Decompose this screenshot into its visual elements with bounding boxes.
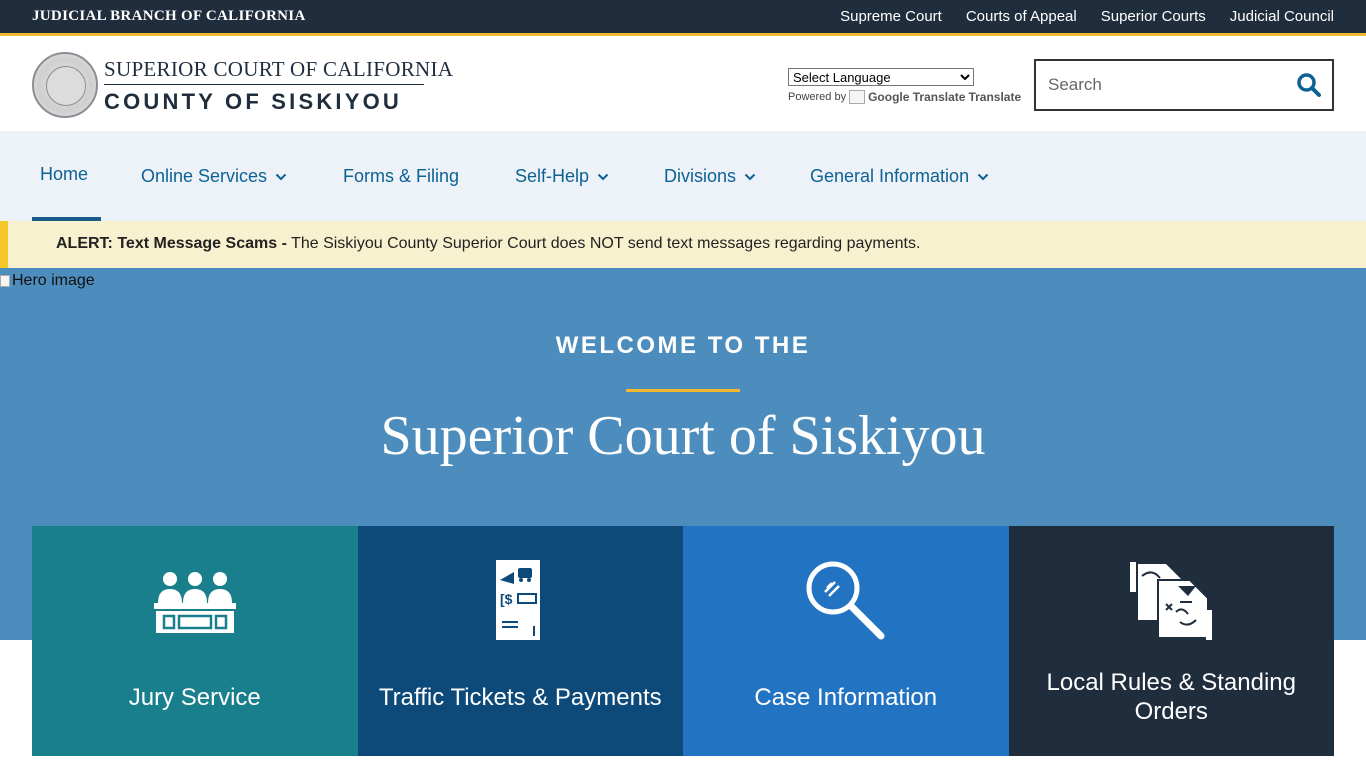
courts-of-appeal-link[interactable]: Courts of Appeal — [966, 8, 1077, 25]
nav-item-self-help[interactable]: Self-Help — [515, 131, 609, 221]
nav-label-self-help: Self-Help — [515, 165, 590, 186]
hero-divider — [626, 389, 740, 392]
powered-by: Powered by Google Translate Translate — [788, 90, 1021, 104]
card-jury-service[interactable]: Jury Service — [32, 526, 358, 756]
alert-prefix: ALERT: Text Message Scams - — [56, 235, 287, 252]
court-seal-logo[interactable] — [32, 52, 98, 118]
nav-label-forms-filing: Forms & Filing — [343, 165, 460, 186]
top-utility-bar: JUDICIAL BRANCH OF CALIFORNIA Supreme Co… — [0, 0, 1366, 36]
hero-image: Hero image — [0, 272, 95, 290]
svg-text:[$: [$ — [500, 591, 513, 607]
card-traffic-tickets[interactable]: [$ Traffic Tickets & Payments — [357, 526, 684, 756]
nav-item-forms-filing[interactable]: Forms & Filing — [343, 131, 459, 221]
alert-text: ALERT: Text Message Scams - The Siskiyou… — [56, 235, 920, 253]
search-icon — [1297, 73, 1321, 97]
ticket-icon: [$ — [496, 560, 541, 640]
quick-links: Jury Service [$ Traffic Tickets & Paymen… — [32, 526, 1334, 756]
hero-welcome: WELCOME TO THE — [555, 332, 811, 359]
search-button[interactable] — [1286, 61, 1332, 109]
icon-wrap: [$ — [358, 556, 684, 646]
magnifier-icon — [806, 561, 885, 640]
nav-item-home[interactable]: Home — [32, 131, 101, 221]
broken-image-icon — [0, 275, 10, 287]
alert-banner: ALERT: Text Message Scams - The Siskiyou… — [0, 221, 1366, 268]
jury-icon — [153, 572, 236, 633]
card-label: Local Rules & Standing Orders — [1046, 669, 1297, 725]
nav-item-general-information[interactable]: General Information — [810, 131, 989, 221]
icon-wrap — [683, 556, 1009, 646]
top-links: Supreme Court Courts of Appeal Superior … — [840, 8, 1334, 25]
documents-icon — [1130, 562, 1213, 640]
judicial-council-link[interactable]: Judicial Council — [1230, 8, 1334, 25]
nav-item-divisions[interactable]: Divisions — [664, 131, 756, 221]
google-translate-image-icon — [849, 90, 866, 104]
translate-link[interactable]: Translate — [968, 90, 1021, 104]
supreme-court-link[interactable]: Supreme Court — [840, 8, 942, 25]
court-name-line1[interactable]: SUPERIOR COURT OF CALIFORNIA — [104, 57, 453, 82]
chevron-down-icon — [597, 173, 609, 181]
language-select[interactable]: Select Language — [788, 68, 974, 86]
main-navigation: Home Online Services Forms & Filing Self… — [0, 131, 1366, 221]
powered-by-text: Powered by — [788, 91, 847, 103]
nav-label-divisions: Divisions — [664, 165, 737, 186]
logo-divider — [104, 84, 424, 85]
icon-wrap — [32, 556, 358, 646]
card-label: Case Information — [754, 683, 938, 711]
superior-courts-link[interactable]: Superior Courts — [1101, 8, 1206, 25]
nav-label-home: Home — [40, 163, 89, 184]
card-label: Traffic Tickets & Payments — [378, 683, 662, 711]
search-box — [1034, 59, 1334, 111]
card-local-rules[interactable]: Local Rules & Standing Orders — [1008, 526, 1335, 756]
court-name-line2[interactable]: COUNTY OF SISKIYOU — [104, 89, 402, 115]
site-header: SUPERIOR COURT OF CALIFORNIA COUNTY OF S… — [0, 39, 1366, 131]
icon-wrap — [1009, 556, 1335, 646]
nav-item-online-services[interactable]: Online Services — [141, 131, 287, 221]
language-selector: Select Language Powered by Google Transl… — [788, 68, 1021, 104]
hero-image-alt: Hero image — [12, 272, 95, 289]
nav-label-online-services: Online Services — [141, 165, 268, 186]
card-label: Jury Service — [128, 683, 261, 711]
search-input[interactable] — [1036, 61, 1286, 109]
chevron-down-icon — [977, 173, 989, 181]
google-translate-alt: Google Translate — [868, 90, 966, 104]
card-case-information[interactable]: Case Information — [683, 526, 1009, 756]
judicial-branch-link[interactable]: JUDICIAL BRANCH OF CALIFORNIA — [32, 8, 306, 25]
nav-label-general-information: General Information — [810, 165, 970, 186]
hero-title: Superior Court of Siskiyou — [380, 405, 986, 467]
chevron-down-icon — [275, 173, 287, 181]
chevron-down-icon — [744, 173, 756, 181]
alert-message: The Siskiyou County Superior Court does … — [291, 235, 921, 252]
